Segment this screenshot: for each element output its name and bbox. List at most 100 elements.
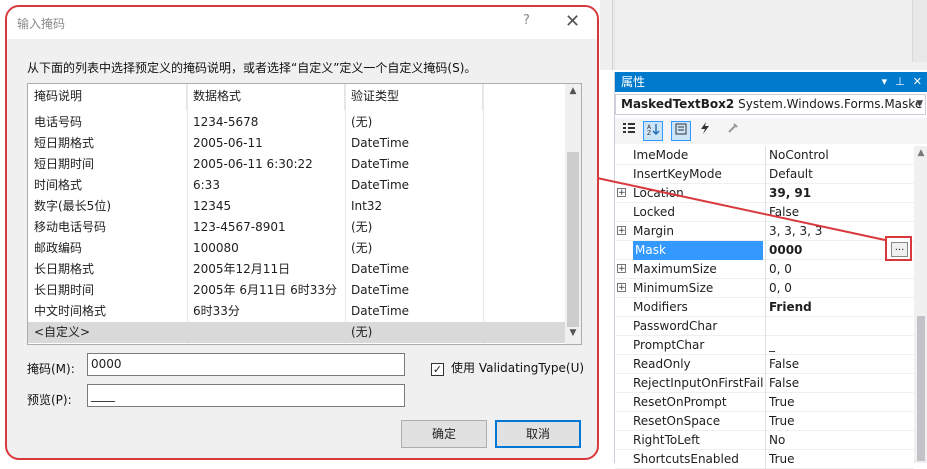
- categorized-icon[interactable]: [619, 121, 639, 141]
- property-row[interactable]: InsertKeyMode Default: [615, 165, 914, 184]
- property-name: Location: [633, 186, 684, 200]
- mask-ellipsis-button[interactable]: ...: [885, 236, 912, 261]
- column-header-validation[interactable]: 验证类型: [345, 84, 483, 110]
- mask-list-cell-type: (无): [351, 220, 373, 234]
- expand-icon[interactable]: +: [617, 283, 626, 293]
- property-row[interactable]: ResetOnPrompt True: [615, 393, 914, 412]
- mask-list-cell-type: DateTime: [351, 262, 410, 276]
- use-validating-type-checkbox[interactable]: ✓: [431, 363, 444, 376]
- events-icon[interactable]: [695, 121, 715, 141]
- property-row[interactable]: RejectInputOnFirstFailu False: [615, 374, 914, 393]
- property-row[interactable]: + Location 39, 91: [615, 184, 914, 203]
- close-icon[interactable]: ✕: [913, 72, 922, 92]
- properties-view-icon[interactable]: [671, 121, 691, 141]
- scrollbar-thumb[interactable]: [917, 316, 925, 461]
- object-selector[interactable]: MaskedTextBox2 System.Windows.Forms.Mask…: [615, 94, 926, 115]
- property-row[interactable]: RightToLeft No: [615, 431, 914, 450]
- property-row[interactable]: + MinimumSize 0, 0: [615, 279, 914, 298]
- pin-icon[interactable]: ⊥: [895, 72, 905, 92]
- property-row[interactable]: Modifiers Friend: [615, 298, 914, 317]
- property-pages-icon[interactable]: [723, 121, 743, 141]
- mask-list-row[interactable]: 短日期时间 2005-06-11 6:30:22 DateTime: [28, 154, 569, 175]
- property-value[interactable]: True: [769, 412, 914, 431]
- scroll-up-icon[interactable]: ▲: [914, 146, 927, 160]
- properties-title: 属性: [621, 75, 646, 89]
- property-value[interactable]: 0, 0: [769, 279, 914, 298]
- mask-ellipsis-label: ...: [891, 242, 908, 257]
- mask-list-cell-desc: 短日期时间: [34, 157, 95, 171]
- property-value[interactable]: _: [769, 336, 914, 355]
- mask-list-cell-desc: 邮政编码: [34, 241, 83, 255]
- expand-icon[interactable]: +: [617, 188, 626, 198]
- mask-list-row[interactable]: 中文时间格式 6时33分 DateTime: [28, 301, 569, 322]
- property-value[interactable]: NoControl: [769, 146, 914, 165]
- mask-list[interactable]: 掩码说明 数据格式 验证类型 电话号码 1234-5678 (无) 短日期格式 2005…: [27, 83, 582, 345]
- property-row[interactable]: ResetOnSpace True: [615, 412, 914, 431]
- property-row[interactable]: PasswordChar: [615, 317, 914, 336]
- mask-list-cell-type: DateTime: [351, 178, 410, 192]
- property-divider: [765, 298, 766, 317]
- help-icon[interactable]: ?: [523, 13, 530, 28]
- property-row[interactable]: Locked False: [615, 203, 914, 222]
- mask-list-row[interactable]: <自定义> (无): [28, 322, 569, 343]
- property-name: RightToLeft: [633, 433, 700, 447]
- property-value[interactable]: No: [769, 431, 914, 450]
- mask-list-row[interactable]: 短日期格式 2005-06-11 DateTime: [28, 133, 569, 154]
- input-mask-dialog: 输入掩码 ? ✕ 从下面的列表中选择预定义的掩码说明，或者选择“自定义”定义一个…: [5, 5, 599, 460]
- property-row[interactable]: PromptChar _: [615, 336, 914, 355]
- property-value[interactable]: False: [769, 355, 914, 374]
- cancel-button[interactable]: 取消: [495, 420, 581, 448]
- property-value[interactable]: True: [769, 393, 914, 412]
- mask-list-cell-desc: 电话号码: [34, 115, 83, 129]
- mask-list-row[interactable]: 移动电话号码 123-4567-8901 (无): [28, 217, 569, 238]
- mask-list-row[interactable]: 数字(最长5位) 12345 Int32: [28, 196, 569, 217]
- designer-scrollbar[interactable]: [912, 0, 927, 62]
- window-position-icon[interactable]: ▾: [882, 72, 888, 92]
- chevron-down-icon[interactable]: ▼: [916, 95, 923, 114]
- property-row[interactable]: Mask 0000: [615, 241, 914, 260]
- mask-list-header: 掩码说明 数据格式 验证类型: [28, 84, 569, 110]
- scroll-up-icon[interactable]: ▲: [565, 86, 581, 100]
- property-value[interactable]: 0, 0: [769, 260, 914, 279]
- ok-button[interactable]: 确定: [401, 420, 487, 448]
- property-grid-scrollbar[interactable]: ▲: [914, 146, 927, 463]
- use-validating-type-label[interactable]: 使用 ValidatingType(U): [451, 359, 584, 376]
- property-value[interactable]: Friend: [769, 298, 914, 317]
- property-value[interactable]: [769, 317, 914, 336]
- mask-input[interactable]: 0000: [87, 353, 405, 376]
- mask-list-row[interactable]: 邮政编码 100080 (无): [28, 238, 569, 259]
- property-value[interactable]: Default: [769, 165, 914, 184]
- scroll-down-icon[interactable]: ▼: [565, 328, 581, 342]
- mask-list-row[interactable]: 长日期格式 2005年12月11日 DateTime: [28, 259, 569, 280]
- property-name: ImeMode: [633, 148, 689, 162]
- property-row[interactable]: + MaximumSize 0, 0: [615, 260, 914, 279]
- mask-list-cell-format: 1234-5678: [193, 115, 259, 129]
- mask-list-row[interactable]: 长日期时间 2005年 6月11日 6时33分 DateTime: [28, 280, 569, 301]
- properties-panel: 属性 ▾ ⊥ ✕ MaskedTextBox2 System.Windows.F…: [614, 72, 927, 469]
- preview-field: ____: [87, 384, 405, 407]
- mask-list-row[interactable]: 时间格式 6:33 DateTime: [28, 175, 569, 196]
- property-row[interactable]: ShortcutsEnabled True: [615, 450, 914, 469]
- alphabetical-icon[interactable]: AZ: [643, 121, 663, 141]
- mask-list-cell-type: (无): [351, 325, 373, 339]
- property-value[interactable]: 39, 91: [769, 184, 914, 203]
- expand-icon[interactable]: +: [617, 226, 626, 236]
- property-row[interactable]: + Margin 3, 3, 3, 3: [615, 222, 914, 241]
- column-header-description[interactable]: 掩码说明: [28, 84, 187, 110]
- mask-list-scrollbar[interactable]: ▲ ▼: [565, 84, 581, 344]
- property-name: MaximumSize: [633, 262, 717, 276]
- property-value[interactable]: True: [769, 450, 914, 469]
- property-name: ReadOnly: [633, 357, 691, 371]
- expand-icon[interactable]: +: [617, 264, 626, 274]
- close-icon[interactable]: ✕: [565, 11, 580, 32]
- mask-list-cell-format: 2005-06-11: [193, 136, 263, 150]
- mask-list-cell-format: 12345: [193, 199, 232, 213]
- property-row[interactable]: ImeMode NoControl: [615, 146, 914, 165]
- scrollbar-thumb[interactable]: [567, 152, 579, 327]
- property-value[interactable]: False: [769, 374, 914, 393]
- property-row[interactable]: ReadOnly False: [615, 355, 914, 374]
- property-value[interactable]: False: [769, 203, 914, 222]
- properties-toolbar: AZ: [615, 118, 927, 144]
- column-header-format[interactable]: 数据格式: [187, 84, 345, 110]
- mask-list-row[interactable]: 电话号码 1234-5678 (无): [28, 112, 569, 133]
